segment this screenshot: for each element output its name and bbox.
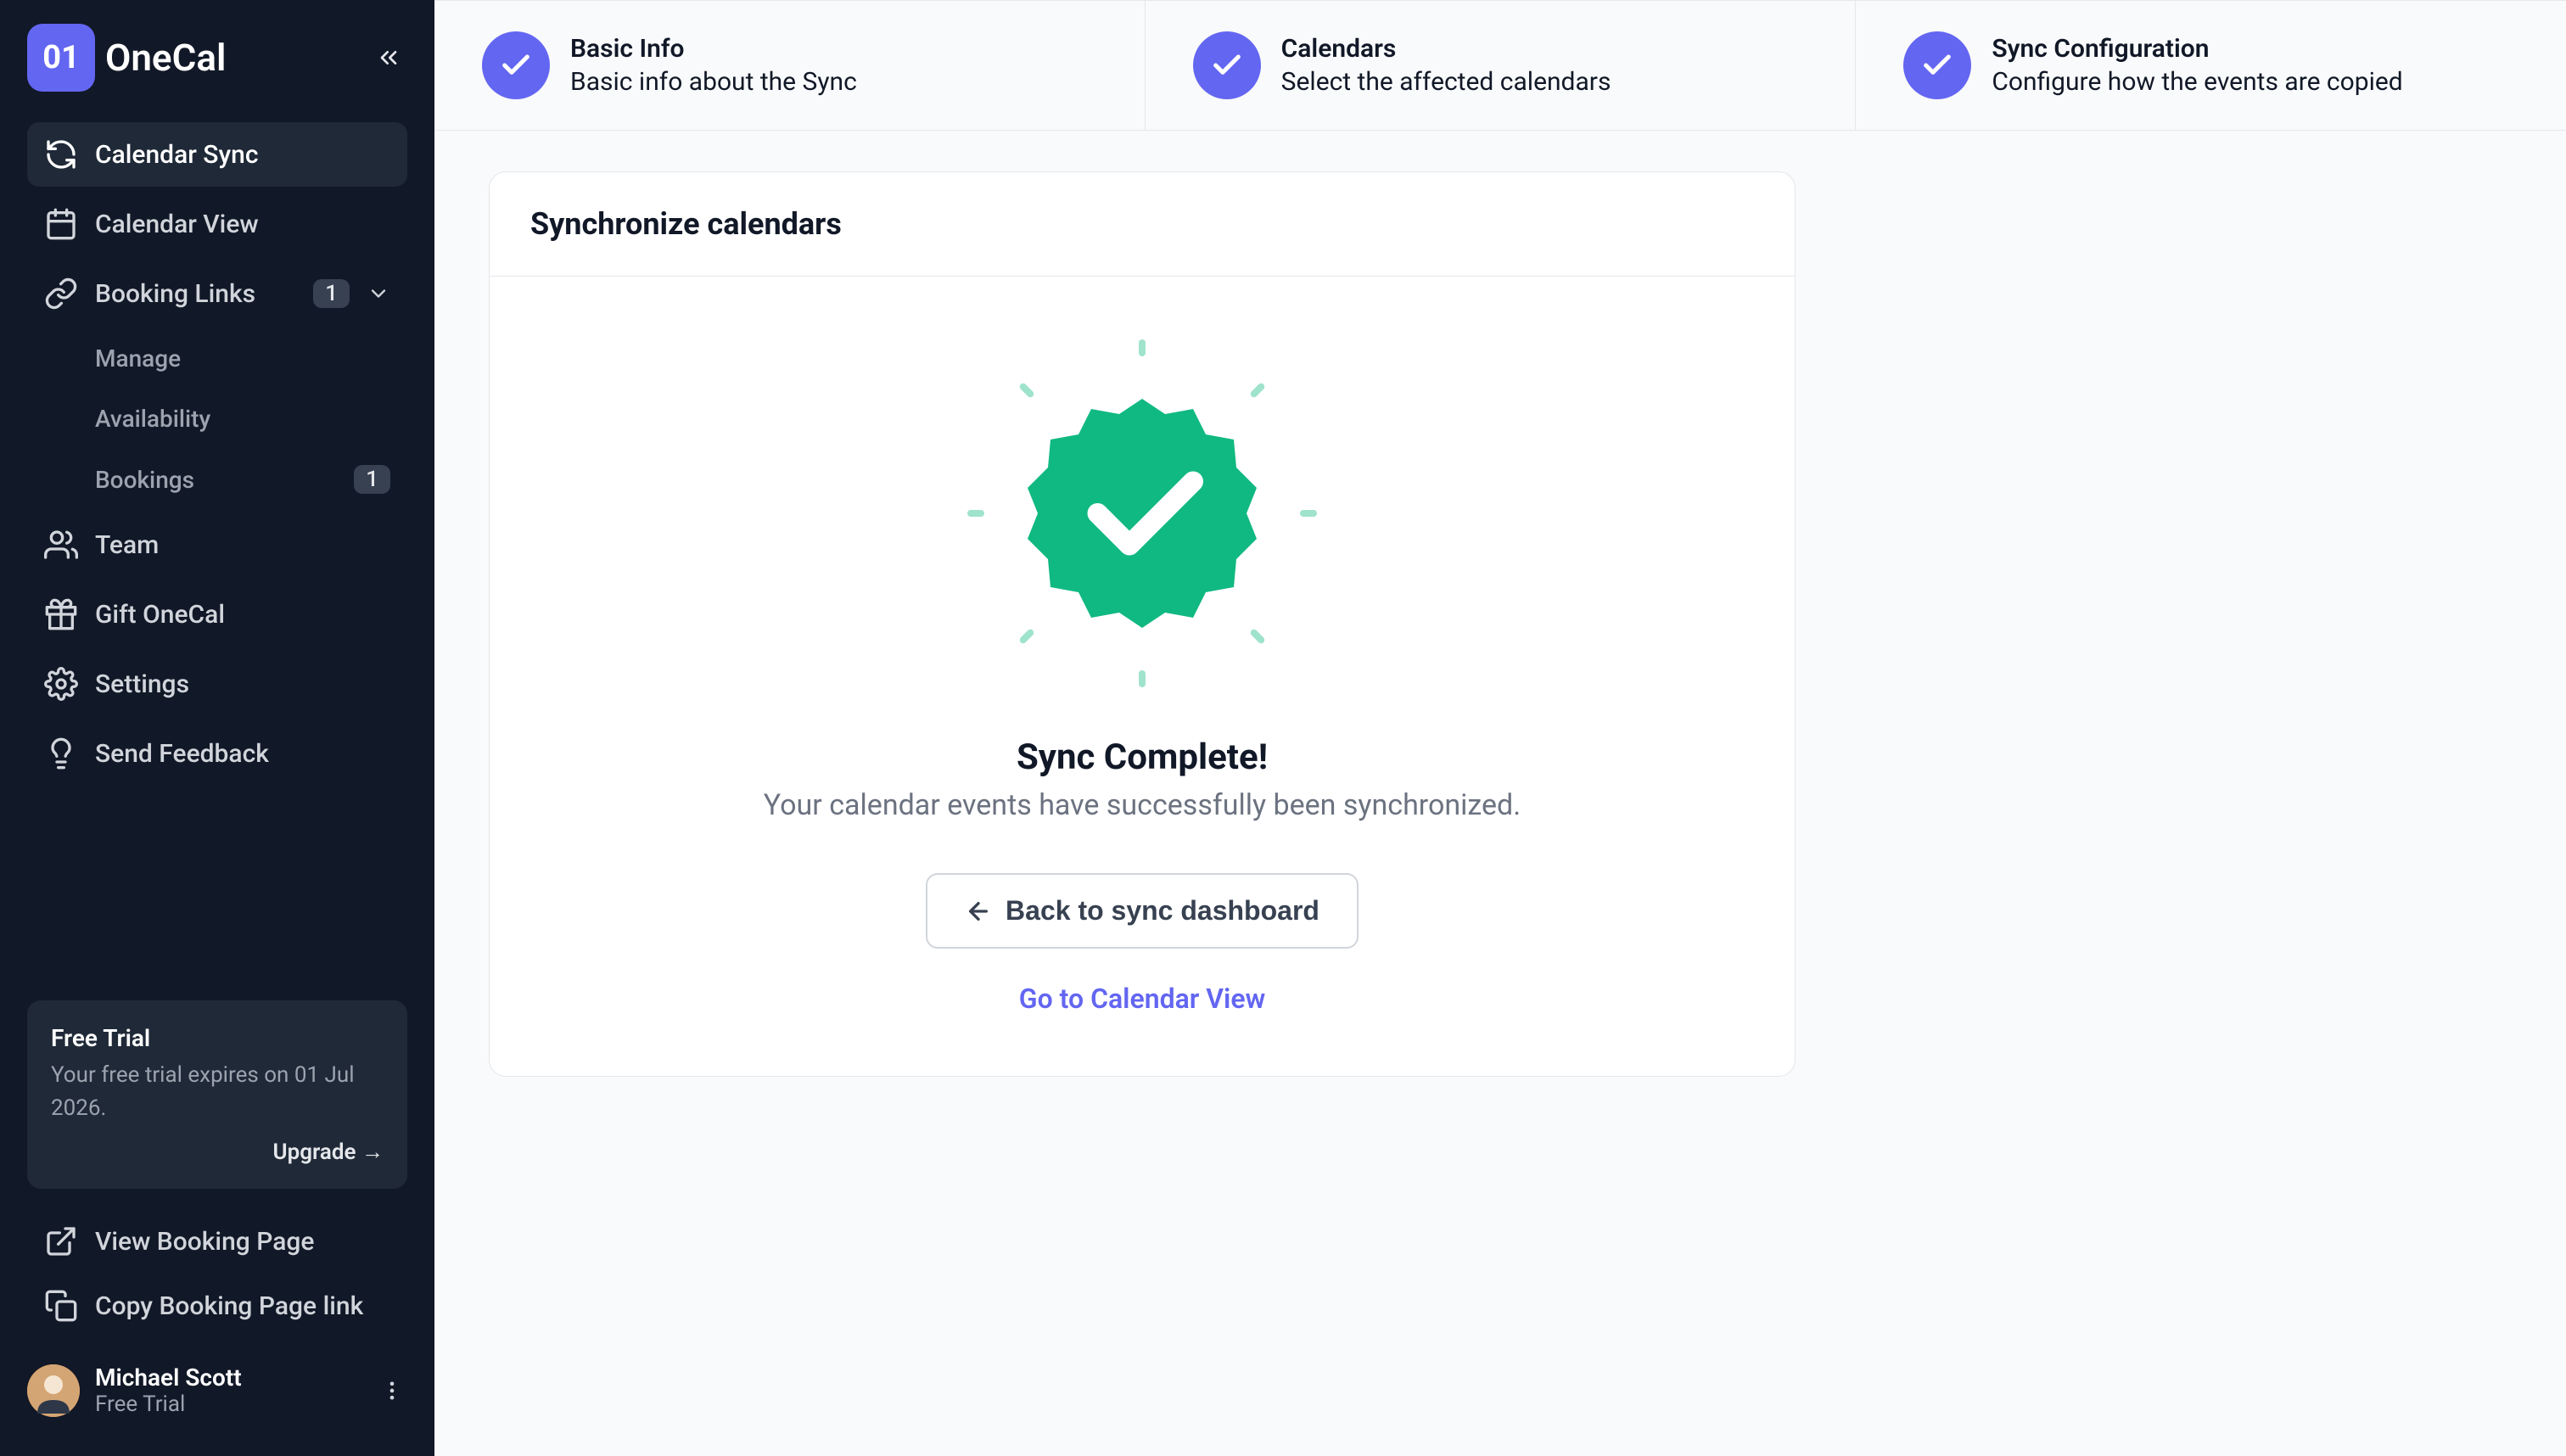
- sidebar-subitem-manage[interactable]: Manage: [78, 331, 407, 386]
- sidebar-item-gift[interactable]: Gift OneCal: [27, 582, 407, 647]
- upgrade-link[interactable]: Upgrade →: [51, 1139, 384, 1165]
- step-title: Basic Info: [570, 34, 857, 64]
- chevron-left-icon: [375, 44, 402, 71]
- sidebar-item-team[interactable]: Team: [27, 512, 407, 577]
- sidebar-item-label: Send Feedback: [95, 739, 390, 769]
- main-content: Basic Info Basic info about the Sync Cal…: [434, 0, 2566, 1456]
- trial-title: Free Trial: [51, 1024, 384, 1052]
- step-text: Basic Info Basic info about the Sync: [570, 34, 857, 97]
- sidebar-item-label: Team: [95, 530, 390, 560]
- sync-icon: [44, 137, 78, 171]
- chevron-down-icon: [367, 282, 390, 305]
- card-body: Sync Complete! Your calendar events have…: [490, 277, 1795, 1076]
- gear-icon: [44, 667, 78, 701]
- logo[interactable]: 01 OneCal: [27, 24, 226, 92]
- success-description: Your calendar events have successfully b…: [764, 788, 1521, 822]
- step-description: Basic info about the Sync: [570, 67, 857, 97]
- step-description: Configure how the events are copied: [1992, 67, 2402, 97]
- sidebar-item-booking-links[interactable]: Booking Links 1: [27, 261, 407, 326]
- step-sync-config[interactable]: Sync Configuration Configure how the eve…: [1856, 0, 2566, 130]
- user-menu-button[interactable]: [377, 1375, 407, 1406]
- sidebar: 01 OneCal Calendar Sync Calendar View Bo…: [0, 0, 434, 1456]
- card-title: Synchronize calendars: [530, 206, 1754, 242]
- sidebar-item-settings[interactable]: Settings: [27, 652, 407, 716]
- sidebar-item-label: Availability: [95, 405, 390, 433]
- team-icon: [44, 528, 78, 562]
- external-link-icon: [44, 1224, 78, 1258]
- check-icon: [1210, 48, 1244, 82]
- logo-badge: 01: [27, 24, 95, 92]
- avatar[interactable]: [27, 1364, 80, 1417]
- card-header: Synchronize calendars: [490, 172, 1795, 277]
- arrow-left-icon: [965, 898, 992, 925]
- button-label: Back to sync dashboard: [1006, 895, 1319, 927]
- view-booking-page-link[interactable]: View Booking Page: [27, 1209, 407, 1274]
- sidebar-item-label: Manage: [95, 344, 390, 372]
- step-title: Sync Configuration: [1992, 34, 2402, 64]
- booking-links-subnav: Manage Availability Bookings 1: [27, 331, 407, 512]
- step-basic-info[interactable]: Basic Info Basic info about the Sync: [434, 0, 1146, 130]
- success-badge-icon: [1015, 386, 1269, 641]
- sync-card: Synchronize calendars: [489, 171, 1796, 1077]
- progress-steps: Basic Info Basic info about the Sync Cal…: [434, 0, 2566, 131]
- sidebar-subitem-availability[interactable]: Availability: [78, 391, 407, 446]
- check-icon: [499, 48, 533, 82]
- back-to-dashboard-button[interactable]: Back to sync dashboard: [926, 873, 1359, 949]
- sidebar-item-label: Bookings: [95, 466, 337, 494]
- user-plan: Free Trial: [95, 1392, 361, 1417]
- logo-text: OneCal: [105, 36, 226, 80]
- sidebar-item-label: Gift OneCal: [95, 600, 390, 630]
- link-icon: [44, 277, 78, 311]
- sidebar-item-calendar-sync[interactable]: Calendar Sync: [27, 122, 407, 187]
- step-complete-icon: [1903, 31, 1971, 99]
- sidebar-item-label: Calendar Sync: [95, 140, 390, 170]
- copy-booking-page-link[interactable]: Copy Booking Page link: [27, 1274, 407, 1338]
- sidebar-item-label: Settings: [95, 669, 390, 699]
- sidebar-item-label: Calendar View: [95, 210, 390, 239]
- collapse-sidebar-button[interactable]: [370, 39, 407, 76]
- step-text: Sync Configuration Configure how the eve…: [1992, 34, 2402, 97]
- user-name: Michael Scott: [95, 1364, 361, 1392]
- sidebar-badge: 1: [313, 279, 350, 308]
- link-label: Copy Booking Page link: [95, 1291, 363, 1321]
- lightbulb-icon: [44, 736, 78, 770]
- user-row: Michael Scott Free Trial: [27, 1348, 407, 1432]
- sidebar-subitem-bookings[interactable]: Bookings 1: [78, 451, 407, 507]
- step-title: Calendars: [1281, 34, 1611, 64]
- step-complete-icon: [482, 31, 550, 99]
- step-complete-icon: [1193, 31, 1261, 99]
- user-info: Michael Scott Free Trial: [95, 1364, 361, 1417]
- sidebar-item-calendar-view[interactable]: Calendar View: [27, 192, 407, 256]
- content-area: Synchronize calendars: [434, 131, 2566, 1117]
- check-icon: [1920, 48, 1954, 82]
- go-to-calendar-view-link[interactable]: Go to Calendar View: [1019, 983, 1265, 1015]
- trial-box: Free Trial Your free trial expires on 01…: [27, 1000, 407, 1189]
- calendar-icon: [44, 207, 78, 241]
- step-text: Calendars Select the affected calendars: [1281, 34, 1611, 97]
- sidebar-item-label: Booking Links: [95, 279, 296, 309]
- success-badge-wrap: [960, 331, 1325, 696]
- trial-description: Your free trial expires on 01 Jul 2026.: [51, 1059, 384, 1125]
- sidebar-item-feedback[interactable]: Send Feedback: [27, 721, 407, 786]
- sidebar-badge: 1: [354, 465, 390, 494]
- copy-icon: [44, 1289, 78, 1323]
- step-calendars[interactable]: Calendars Select the affected calendars: [1146, 0, 1857, 130]
- success-title: Sync Complete!: [1017, 736, 1268, 778]
- step-description: Select the affected calendars: [1281, 67, 1611, 97]
- link-label: View Booking Page: [95, 1227, 314, 1257]
- gift-icon: [44, 597, 78, 631]
- more-vertical-icon: [380, 1379, 404, 1403]
- logo-badge-text: 01: [42, 39, 80, 76]
- logo-row: 01 OneCal: [27, 24, 407, 92]
